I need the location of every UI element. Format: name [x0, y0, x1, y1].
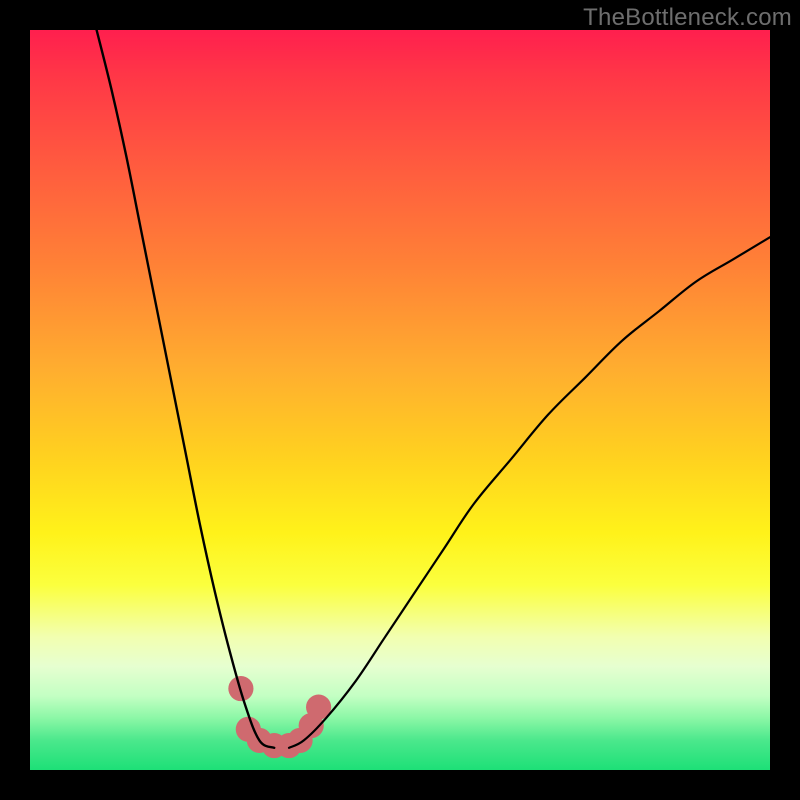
right-branch-curve: [289, 237, 770, 748]
chart-frame: TheBottleneck.com: [0, 0, 800, 800]
watermark-text: TheBottleneck.com: [583, 4, 792, 32]
left-branch-curve: [97, 30, 275, 748]
curves-svg: [30, 30, 770, 770]
plot-area: [30, 30, 770, 770]
trough-markers: [228, 676, 331, 758]
